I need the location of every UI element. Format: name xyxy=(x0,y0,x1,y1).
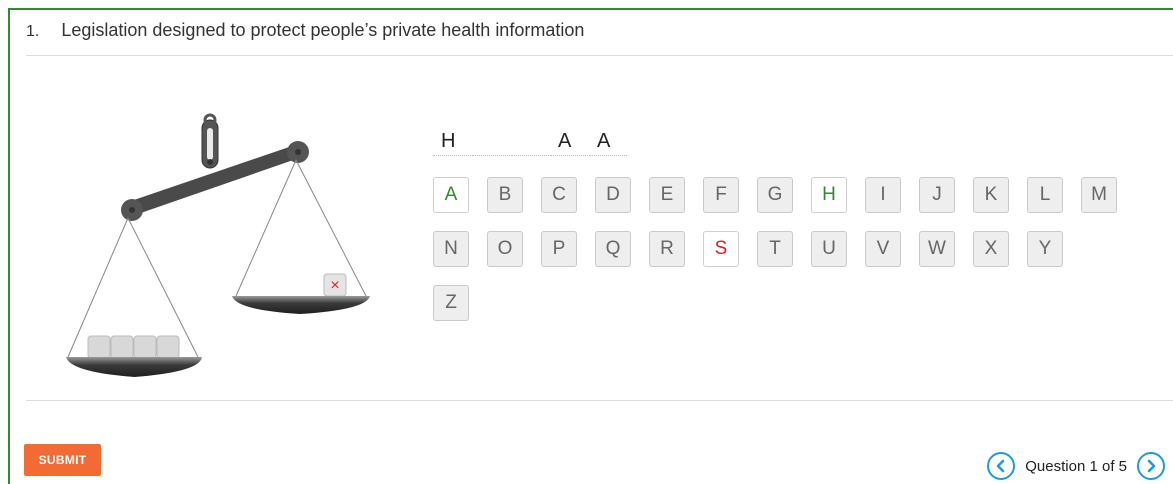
letter-key-m[interactable]: M xyxy=(1081,177,1117,213)
letter-key-e[interactable]: E xyxy=(649,177,685,213)
letter-keyboard: ABCDEFGHIJKLM NOPQRSTUVWXY Z xyxy=(433,177,1133,339)
question-counter: Question 1 of 5 xyxy=(1025,457,1127,475)
question-pager: Question 1 of 5 xyxy=(987,452,1165,480)
question-text: Legislation designed to protect people’s… xyxy=(61,20,585,40)
letter-key-d[interactable]: D xyxy=(595,177,631,213)
letter-key-b[interactable]: B xyxy=(487,177,523,213)
chevron-right-icon xyxy=(1147,459,1156,473)
letter-key-f[interactable]: F xyxy=(703,177,739,213)
balance-scale-illustration: × xyxy=(66,113,370,377)
chevron-left-icon xyxy=(996,459,1005,473)
letter-key-u[interactable]: U xyxy=(811,231,847,267)
answer-slot: A xyxy=(589,128,627,156)
wrong-marker: × xyxy=(323,273,347,297)
letter-key-z[interactable]: Z xyxy=(433,285,469,321)
wrong-marker-icon: × xyxy=(330,277,339,294)
answer-slot: A xyxy=(550,128,588,156)
letter-key-g[interactable]: G xyxy=(757,177,793,213)
letter-key-r[interactable]: R xyxy=(649,231,685,267)
previous-question-button[interactable] xyxy=(987,452,1016,480)
keyboard-row: ABCDEFGHIJKLM xyxy=(433,177,1133,213)
letter-key-a[interactable]: A xyxy=(433,177,469,213)
letter-key-h[interactable]: H xyxy=(811,177,847,213)
letter-key-k[interactable]: K xyxy=(973,177,1009,213)
divider-top xyxy=(26,55,1173,56)
left-pan xyxy=(66,357,202,377)
letter-key-s[interactable]: S xyxy=(703,231,739,267)
letter-key-v[interactable]: V xyxy=(865,231,901,267)
letter-key-j[interactable]: J xyxy=(919,177,955,213)
answer-slot xyxy=(511,128,549,156)
letter-key-q[interactable]: Q xyxy=(595,231,631,267)
letter-key-c[interactable]: C xyxy=(541,177,577,213)
question-number: 1. xyxy=(26,23,40,40)
left-pan-blocks xyxy=(87,335,180,359)
answer-slot: H xyxy=(433,128,471,156)
letter-key-n[interactable]: N xyxy=(433,231,469,267)
letter-key-t[interactable]: T xyxy=(757,231,793,267)
letter-key-i[interactable]: I xyxy=(865,177,901,213)
answer-slot xyxy=(472,128,510,156)
letter-key-y[interactable]: Y xyxy=(1027,231,1063,267)
next-question-button[interactable] xyxy=(1137,452,1165,480)
keyboard-row: Z xyxy=(433,285,1133,321)
letter-key-x[interactable]: X xyxy=(973,231,1009,267)
answer-slots: H A A xyxy=(433,128,628,156)
submit-button[interactable]: SUBMIT xyxy=(24,444,101,476)
letter-key-w[interactable]: W xyxy=(919,231,955,267)
divider-bottom xyxy=(26,400,1173,401)
right-pan xyxy=(232,296,370,314)
letter-key-l[interactable]: L xyxy=(1027,177,1063,213)
letter-key-p[interactable]: P xyxy=(541,231,577,267)
keyboard-row: NOPQRSTUVWXY xyxy=(433,231,1133,267)
letter-key-o[interactable]: O xyxy=(487,231,523,267)
question-header: 1. Legislation designed to protect peopl… xyxy=(26,20,584,41)
